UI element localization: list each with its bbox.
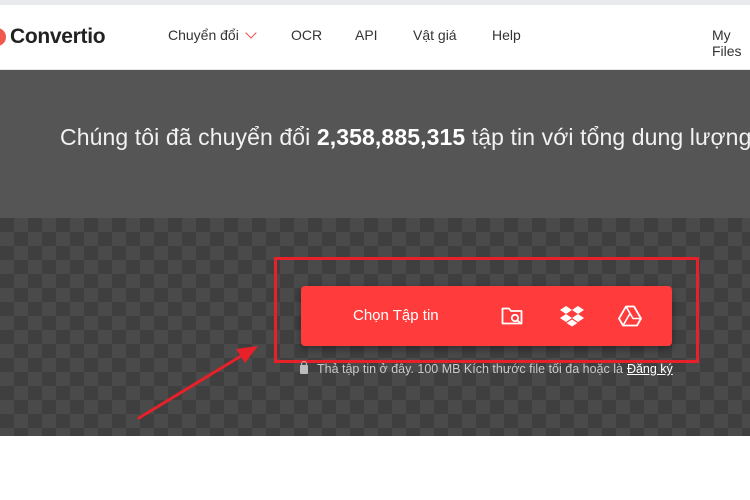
nav-item-help[interactable]: Help [492,27,521,43]
logo-text: Convertio [10,25,106,48]
nav-item-label: Vật giá [413,27,457,43]
signup-link[interactable]: Đăng ký [627,362,673,376]
drop-hint-text: Thả tập tin ở đây. 100 MB Kích thước fil… [317,362,623,376]
nav-item-pricing[interactable]: Vật giá [413,27,457,43]
nav-item-my-files[interactable]: My Files [712,27,750,59]
nav-item-convert[interactable]: Chuyển đổi [168,27,257,43]
nav-item-label: Help [492,27,521,43]
chevron-down-icon [245,27,257,39]
navbar: Convertio Chuyển đổi OCR API Vật giá Hel… [0,5,750,70]
nav-item-label: OCR [291,27,323,43]
hero-stats-text: Chúng tôi đã chuyển đổi 2,358,885,315 tậ… [60,124,750,151]
converted-count: 2,358,885,315 [316,124,466,150]
hero-stats-band: Chúng tôi đã chuyển đổi 2,358,885,315 tậ… [0,70,750,218]
hero-text-before: Chúng tôi đã chuyển đổi [60,124,317,150]
lock-icon [300,360,308,374]
nav-item-api[interactable]: API [355,27,378,43]
annotation-highlight-box [274,257,699,363]
nav-item-label: API [355,27,378,43]
nav-item-label: Chuyển đổi [168,27,239,43]
nav-item-label: My Files [712,27,742,59]
logo-mark-icon [0,28,6,46]
page: Convertio Chuyển đổi OCR API Vật giá Hel… [0,0,750,500]
nav-item-ocr[interactable]: OCR [291,27,322,43]
hero-text-after: tập tin với tổng dung lượng [465,124,750,150]
logo[interactable]: Convertio [0,21,106,53]
drop-hint: Thả tập tin ở đây. 100 MB Kích thước fil… [300,360,673,376]
